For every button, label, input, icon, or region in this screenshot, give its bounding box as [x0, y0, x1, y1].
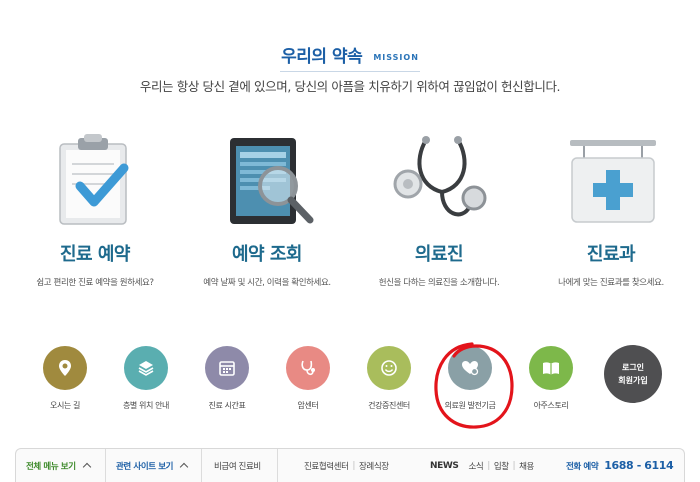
book-icon	[529, 346, 573, 390]
mission-title: 우리의 약속 MISSION	[281, 42, 419, 67]
mission-title-en: MISSION	[373, 53, 419, 62]
quick-link-label: 층별 위치 안내	[122, 401, 170, 410]
noninsured-label: 비급여 진료비	[214, 461, 261, 472]
feature-desc: 나에게 맞는 진료과를 찾으세요.	[558, 278, 664, 288]
feature-title: 진료 예약	[59, 244, 131, 265]
login-signup-button[interactable]: 로그인 회원가입	[604, 345, 662, 403]
quick-link-floor-guide[interactable]: 층별 위치 안내	[105, 344, 187, 411]
calendar-icon	[205, 346, 249, 390]
mission-title-ko: 우리의 약속	[281, 47, 363, 67]
bottom-bar: 전체 메뉴 보기 관련 사이트 보기 비급여 진료비 진료협력센터 | 장례식장…	[15, 448, 685, 482]
phone-label: 전화 예약	[566, 461, 599, 472]
quick-links: 오시는 길 층별 위치 안내 진료 시간표 암센터 건강증진센터 의료원 발전기…	[0, 344, 700, 414]
signup-label: 회원가입	[618, 376, 648, 385]
stethoscope-icon	[354, 130, 524, 230]
tablet-magnifier-icon	[182, 130, 352, 230]
map-pin-icon	[43, 346, 87, 390]
bid-link[interactable]: 입찰	[494, 460, 509, 472]
footer-links: 진료협력센터 | 장례식장	[304, 449, 389, 482]
quick-link-cancer-center[interactable]: 암센터	[267, 344, 349, 411]
quick-link-health-center[interactable]: 건강증진센터	[348, 344, 430, 411]
funeral-hall-link[interactable]: 장례식장	[359, 460, 389, 472]
feature-title: 의료진	[414, 244, 464, 265]
cooperation-center-link[interactable]: 진료협력센터	[304, 460, 349, 472]
divider: |	[487, 460, 490, 471]
divider: |	[512, 460, 516, 471]
chevron-up-icon	[82, 462, 91, 472]
quick-link-label: 암센터	[297, 401, 319, 410]
quick-link-label: 아주스토리	[533, 401, 569, 410]
login-label: 로그인	[621, 363, 645, 372]
quick-link-label: 진료 시간표	[208, 401, 246, 410]
related-sites-button[interactable]: 관련 사이트 보기	[106, 449, 202, 482]
mission-header: 우리의 약속 MISSION	[0, 42, 700, 72]
quick-link-label: 오시는 길	[50, 401, 80, 410]
hospital-sign-icon	[526, 130, 696, 230]
feature-desc: 헌신을 다하는 의료진을 소개합니다.	[378, 278, 500, 288]
feature-departments[interactable]: 진료과 나에게 맞는 진료과를 찾으세요.	[526, 130, 696, 288]
quick-link-label: 건강증진센터	[368, 401, 410, 410]
related-sites-label: 관련 사이트 보기	[116, 461, 174, 472]
recruit-link[interactable]: 채용	[519, 460, 534, 472]
noninsured-fees-link[interactable]: 비급여 진료비	[202, 449, 278, 482]
phone-reservation: 전화 예약 1688 - 6114	[566, 449, 674, 482]
news-links: NEWS 소식 | 입찰 | 채용	[430, 449, 534, 482]
clipboard-check-icon	[10, 130, 180, 230]
divider: |	[352, 460, 356, 471]
feature-desc: 예약 날짜 및 시간, 이력을 확인하세요.	[203, 278, 331, 288]
all-menu-label: 전체 메뉴 보기	[26, 461, 76, 472]
feature-medical-staff[interactable]: 의료진 헌신을 다하는 의료진을 소개합니다.	[354, 130, 524, 288]
quick-link-directions[interactable]: 오시는 길	[24, 344, 106, 411]
smile-icon	[367, 346, 411, 390]
mission-subtitle: 우리는 항상 당신 곁에 있으며, 당신의 아픔을 치유하기 위하여 끊임없이 …	[139, 79, 561, 94]
feature-reservation-lookup[interactable]: 예약 조회 예약 날짜 및 시간, 이력을 확인하세요.	[182, 130, 352, 288]
mission-underline	[280, 71, 420, 72]
layers-icon	[124, 346, 168, 390]
all-menu-button[interactable]: 전체 메뉴 보기	[16, 449, 106, 482]
feature-title: 예약 조회	[231, 244, 303, 265]
feature-desc: 쉽고 편리한 진료 예약을 원하세요?	[36, 278, 154, 288]
feature-title: 진료과	[586, 244, 636, 265]
news-label: NEWS	[430, 460, 459, 471]
red-annotation-circle	[434, 342, 514, 429]
phone-number: 1688 - 6114	[604, 459, 674, 472]
quick-link-aju-story[interactable]: 아주스토리	[510, 344, 592, 411]
stethoscope-icon	[286, 346, 330, 390]
feature-reservation[interactable]: 진료 예약 쉽고 편리한 진료 예약을 원하세요?	[10, 130, 180, 288]
quick-link-schedule[interactable]: 진료 시간표	[186, 344, 268, 411]
news-link[interactable]: 소식	[469, 460, 484, 472]
chevron-up-icon	[179, 462, 189, 472]
